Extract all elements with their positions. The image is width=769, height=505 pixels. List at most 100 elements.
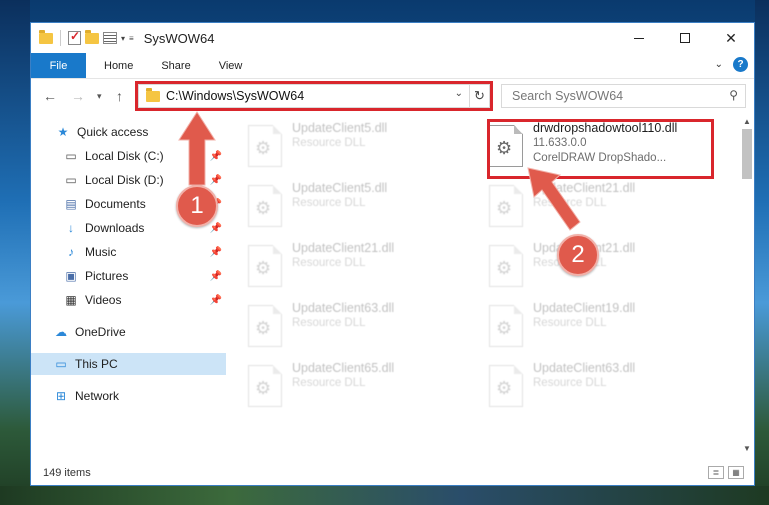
- file-type: Resource DLL: [292, 257, 366, 269]
- tab-home[interactable]: Home: [90, 53, 147, 78]
- nav-label: Pictures: [85, 269, 129, 283]
- pin-icon[interactable]: 📌: [210, 151, 222, 162]
- close-button[interactable]: ✕: [708, 23, 754, 53]
- search-box[interactable]: Search SysWOW64 ⚲: [501, 84, 746, 108]
- dll-file-icon: ⚙: [248, 245, 282, 287]
- scroll-down-icon[interactable]: ▼: [743, 444, 751, 453]
- nav-pictures[interactable]: ▣ Pictures 📌: [31, 265, 226, 287]
- tab-file[interactable]: File: [31, 53, 86, 78]
- tab-share[interactable]: Share: [147, 53, 204, 78]
- file-item[interactable]: ⚙ UpdateClient63.dll Resource DLL: [489, 361, 709, 419]
- gear-icon: ⚙: [496, 198, 513, 218]
- dll-file-icon: ⚙: [248, 125, 282, 167]
- new-folder-icon[interactable]: [85, 29, 99, 44]
- maximize-button[interactable]: [662, 23, 708, 53]
- file-item[interactable]: ⚙ UpdateClient63.dll Resource DLL: [248, 301, 468, 359]
- properties-check-icon[interactable]: [68, 29, 81, 45]
- maximize-icon: [680, 33, 690, 43]
- file-type: Resource DLL: [292, 317, 366, 329]
- pin-icon[interactable]: 📌: [210, 175, 222, 186]
- nav-label: Documents: [85, 197, 146, 211]
- file-item[interactable]: ⚙ UpdateClient19.dll Resource DLL: [489, 301, 709, 359]
- dll-file-icon: ⚙: [248, 305, 282, 347]
- minimize-icon: [634, 37, 644, 39]
- help-icon[interactable]: ?: [733, 57, 748, 72]
- window-controls: ✕: [616, 23, 754, 53]
- properties-icon[interactable]: [103, 32, 117, 44]
- desktop-background-bottom: [0, 486, 769, 505]
- expand-ribbon-icon[interactable]: ⌄: [715, 59, 723, 70]
- gear-icon: ⚙: [255, 318, 272, 338]
- file-name: UpdateClient63.dll: [533, 361, 636, 375]
- desktop-background-right: [755, 0, 769, 505]
- dll-file-icon: ⚙: [489, 305, 523, 347]
- explorer-window: ▾ ≡ SysWOW64 ✕ File Home Share View ⌄ ? …: [30, 22, 755, 486]
- nav-label: Videos: [85, 293, 122, 307]
- file-type: Resource DLL: [533, 377, 607, 389]
- file-name: UpdateClient5.dll: [292, 121, 388, 135]
- drive-icon: ▭: [65, 149, 77, 163]
- file-type: Resource DLL: [533, 317, 607, 329]
- file-item[interactable]: ⚙ UpdateClient5.dll Resource DLL: [248, 181, 468, 239]
- gear-icon: ⚙: [255, 378, 272, 398]
- file-item[interactable]: ⚙ UpdateClient5.dll Resource DLL: [248, 121, 468, 179]
- up-arrow-icon[interactable]: ↑: [116, 88, 123, 104]
- recent-locations-icon[interactable]: ▾: [97, 91, 102, 102]
- nav-music[interactable]: ♪ Music 📌: [31, 241, 226, 263]
- file-name: UpdateClient19.dll: [533, 301, 636, 315]
- scroll-up-icon[interactable]: ▲: [743, 117, 751, 126]
- toolbar-menu-icon[interactable]: ≡: [129, 34, 134, 43]
- file-type: Resource DLL: [292, 377, 366, 389]
- file-type: Resource DLL: [292, 197, 366, 209]
- gear-icon: ⚙: [496, 318, 513, 338]
- close-icon: ✕: [725, 29, 737, 46]
- file-item[interactable]: ⚙ UpdateClient21.dllResource DLL: [489, 181, 709, 239]
- forward-arrow-icon[interactable]: →: [71, 88, 85, 104]
- scrollbar-thumb[interactable]: [742, 129, 752, 179]
- file-item[interactable]: ⚙ UpdateClient21.dllResource DLL: [489, 241, 709, 299]
- ribbon-right-controls: ⌄ ?: [715, 57, 748, 72]
- nav-label: OneDrive: [75, 325, 126, 339]
- customize-dropdown-icon[interactable]: ▾: [121, 34, 125, 43]
- music-icon: ♪: [68, 245, 74, 259]
- step-1-badge: 1: [176, 185, 218, 227]
- file-item[interactable]: ⚙ UpdateClient65.dll Resource DLL: [248, 361, 468, 419]
- cloud-icon: ☁: [55, 325, 67, 339]
- nav-this-pc[interactable]: ▭ This PC: [31, 353, 226, 375]
- file-item[interactable]: ⚙ UpdateClient21.dll Resource DLL: [248, 241, 468, 299]
- nav-label: Network: [75, 389, 120, 403]
- nav-network[interactable]: ⊞ Network: [31, 385, 226, 407]
- pin-icon[interactable]: 📌: [210, 223, 222, 234]
- videos-icon: ▦: [65, 293, 77, 307]
- folder-icon: [39, 29, 53, 44]
- nav-label: This PC: [75, 357, 118, 371]
- nav-quick-access[interactable]: ★ Quick access: [31, 121, 226, 143]
- gear-icon: ⚙: [255, 198, 272, 218]
- tab-view[interactable]: View: [205, 53, 257, 78]
- back-arrow-icon[interactable]: ←: [43, 88, 57, 104]
- file-name: UpdateClient65.dll: [292, 361, 395, 375]
- pin-icon[interactable]: 📌: [210, 271, 222, 282]
- downloads-icon: ↓: [68, 221, 74, 235]
- title-bar: ▾ ≡ SysWOW64 ✕: [31, 23, 754, 53]
- pin-icon[interactable]: 📌: [210, 247, 222, 258]
- vertical-scrollbar[interactable]: ▲ ▼: [740, 115, 754, 455]
- search-icon[interactable]: ⚲: [729, 88, 738, 102]
- nav-local-disk-c[interactable]: ▭ Local Disk (C:) 📌: [31, 145, 226, 167]
- search-input[interactable]: Search SysWOW64: [512, 89, 623, 103]
- nav-label: Local Disk (D:): [85, 173, 164, 187]
- file-name: UpdateClient5.dll: [292, 181, 388, 195]
- step-2-badge: 2: [557, 234, 599, 276]
- item-count: 149 items: [43, 467, 91, 479]
- file-name: UpdateClient21.dll: [292, 241, 395, 255]
- minimize-button[interactable]: [616, 23, 662, 53]
- nav-videos[interactable]: ▦ Videos 📌: [31, 289, 226, 311]
- details-view-icon[interactable]: ≣: [708, 466, 724, 479]
- navigation-row: ← → ▾ ↑ C:\Windows\SysWOW64 ⌄ ↻ Search S…: [31, 79, 754, 115]
- nav-onedrive[interactable]: ☁ OneDrive: [31, 321, 226, 343]
- dll-file-icon: ⚙: [248, 185, 282, 227]
- dll-file-icon: ⚙: [489, 365, 523, 407]
- pin-icon[interactable]: 📌: [210, 295, 222, 306]
- large-icons-view-icon[interactable]: ▦: [728, 466, 744, 479]
- network-icon: ⊞: [55, 389, 67, 403]
